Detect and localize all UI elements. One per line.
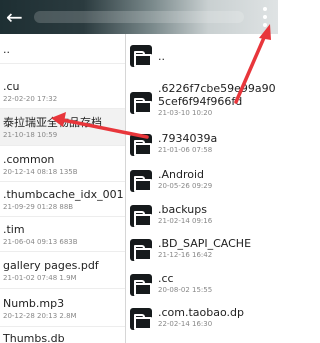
item-name: gallery pages.pdf [3, 259, 99, 272]
item-meta: 21-01-02 07:48 1.9M [3, 274, 77, 282]
item-meta: 21-09-29 01:28 88B [3, 203, 74, 211]
list-item-parent[interactable]: .. [0, 34, 125, 64]
item-name: .cc [158, 272, 174, 285]
folder-icon [130, 274, 152, 296]
list-item[interactable]: .cu 22-02-20 17:32 [0, 64, 125, 109]
list-item[interactable]: .6226f7cbe59e99a90b 5cef6f94f966fd 21-03… [126, 80, 278, 124]
item-meta: 22-02-14 16:30 [158, 320, 213, 328]
item-meta: 20-05-26 09:29 [158, 182, 213, 190]
list-item[interactable]: .common 20-12-14 08:18 135B [0, 146, 125, 182]
item-meta: 20-12-28 20:13 2.8M [3, 312, 77, 320]
item-meta: 21-06-04 09:13 683B [3, 238, 78, 246]
list-item[interactable]: .com.taobao.dp 22-02-14 16:30 [126, 302, 278, 338]
folder-icon [130, 308, 152, 330]
item-name-wrap: 5cef6f94f966fd [158, 95, 243, 108]
item-name: .com.taobao.dp [158, 306, 244, 319]
list-item[interactable]: .backups 21-02-14 09:16 [126, 199, 278, 235]
more-vert-icon[interactable] [258, 6, 272, 28]
folder-icon [130, 45, 152, 67]
item-name: .common [3, 153, 55, 166]
item-meta: 21-01-06 07:58 [158, 146, 213, 154]
item-name: .7934039a [158, 132, 218, 145]
list-item-selected[interactable]: 泰拉瑞亚全物品存档 21-10-18 10:59 [0, 109, 125, 146]
item-name: 泰拉瑞亚全物品存档 [3, 116, 102, 129]
folder-icon [130, 239, 152, 261]
item-name: .6226f7cbe59e99a90b [158, 82, 276, 95]
dual-pane-browser: .. .cu 22-02-20 17:32 泰拉瑞亚全物品存档 21-10-18… [0, 34, 278, 343]
list-item[interactable]: gallery pages.pdf 21-01-02 07:48 1.9M [0, 252, 125, 289]
left-file-pane[interactable]: .. .cu 22-02-20 17:32 泰拉瑞亚全物品存档 21-10-18… [0, 34, 126, 343]
item-meta: 21-03-10 10:20 [158, 109, 213, 117]
top-toolbar: ← [0, 0, 278, 34]
item-name: .. [158, 50, 165, 63]
folder-icon [130, 92, 152, 114]
list-item[interactable]: .BD_SAPI_CACHE 21-12-16 16:42 [126, 233, 278, 269]
item-meta: 20-12-14 08:18 135B [3, 168, 78, 176]
item-name: .thumbcache_idx_001 [3, 188, 124, 201]
list-item[interactable]: Numb.mp3 20-12-28 20:13 2.8M [0, 289, 125, 327]
item-name: Thumbs.db [3, 332, 65, 343]
item-meta: 21-10-18 10:59 [3, 131, 58, 139]
item-name: .. [3, 43, 10, 56]
path-title [34, 11, 244, 23]
list-item[interactable]: .Android 20-05-26 09:29 [126, 164, 278, 200]
right-file-pane[interactable]: .. .6226f7cbe59e99a90b 5cef6f94f966fd 21… [126, 34, 278, 343]
item-meta: 21-12-16 16:42 [158, 251, 213, 259]
item-name: Numb.mp3 [3, 297, 65, 310]
item-meta: 22-02-20 17:32 [3, 95, 58, 103]
list-item[interactable]: .7934039a 21-01-06 07:58 [126, 128, 278, 164]
item-name: .BD_SAPI_CACHE [158, 237, 252, 250]
list-item[interactable]: Thumbs.db [0, 327, 125, 343]
item-name: .backups [158, 203, 207, 216]
item-meta: 21-02-14 09:16 [158, 217, 213, 225]
list-item[interactable]: .tim 21-06-04 09:13 683B [0, 217, 125, 252]
folder-icon [130, 134, 152, 156]
item-name: .cu [3, 80, 20, 93]
back-arrow-icon[interactable]: ← [6, 6, 28, 28]
folder-icon [130, 170, 152, 192]
item-name: .tim [3, 223, 25, 236]
list-item[interactable]: .cc 20-08-02 15:55 [126, 268, 278, 304]
list-item-parent[interactable]: .. [126, 39, 278, 75]
item-name: .Android [158, 168, 205, 181]
folder-icon [130, 205, 152, 227]
item-meta: 20-08-02 15:55 [158, 286, 213, 294]
list-item[interactable]: .thumbcache_idx_001 21-09-29 01:28 88B [0, 182, 125, 217]
